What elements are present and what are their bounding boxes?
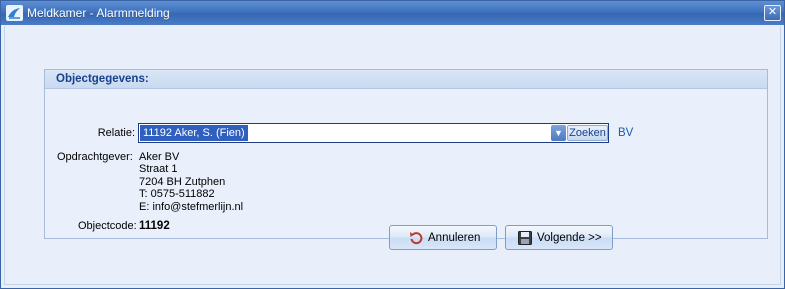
opdrachtgever-label: Opdrachtgever: xyxy=(57,151,133,163)
undo-icon xyxy=(410,232,423,245)
chevron-down-icon: ▼ xyxy=(554,128,563,138)
app-logo-icon xyxy=(6,5,23,21)
relatie-label: Relatie: xyxy=(97,127,135,139)
window-title: Meldkamer - Alarmmelding xyxy=(27,6,170,20)
opdrachtgever-address: Aker BV Straat 1 7204 BH Zutphen T: 0575… xyxy=(139,151,243,213)
zoeken-button[interactable]: Zoeken xyxy=(567,125,608,141)
address-line-phone: T: 0575-511882 xyxy=(139,188,215,201)
annuleren-label: Annuleren xyxy=(428,232,481,244)
objectcode-label: Objectcode: xyxy=(78,220,137,232)
save-disk-icon xyxy=(518,231,532,245)
objectcode-value: 11192 xyxy=(139,220,170,232)
dropdown-arrow-button[interactable]: ▼ xyxy=(551,125,566,141)
address-line-company: Aker BV xyxy=(139,151,180,163)
volgende-label: Volgende >> xyxy=(537,232,602,244)
relatie-bv-link[interactable]: BV xyxy=(618,127,633,139)
dialog-body: Objectgegevens: Relatie: 11192 Aker, S. … xyxy=(4,26,781,285)
volgende-button[interactable]: Volgende >> xyxy=(505,225,613,250)
address-line-email: E: info@stefmerlijn.nl xyxy=(139,200,244,213)
address-line-city: 7204 BH Zutphen xyxy=(139,175,226,188)
annuleren-button[interactable]: Annuleren xyxy=(389,225,497,250)
objectgegevens-group: Objectgegevens: Relatie: 11192 Aker, S. … xyxy=(44,69,768,239)
relatie-selected-value[interactable]: 11192 Aker, S. (Fien) xyxy=(140,125,248,141)
address-line-street: Straat 1 xyxy=(139,163,178,176)
dialog-window: Meldkamer - Alarmmelding ✕ Objectgegeven… xyxy=(0,0,785,289)
group-header: Objectgegevens: xyxy=(45,70,767,89)
relatie-combobox[interactable]: 11192 Aker, S. (Fien) ▼ Zoeken xyxy=(138,123,609,143)
group-title: Objectgegevens: xyxy=(56,73,149,85)
close-button[interactable]: ✕ xyxy=(764,5,781,21)
close-icon: ✕ xyxy=(767,6,778,18)
title-bar[interactable]: Meldkamer - Alarmmelding ✕ xyxy=(1,1,784,25)
